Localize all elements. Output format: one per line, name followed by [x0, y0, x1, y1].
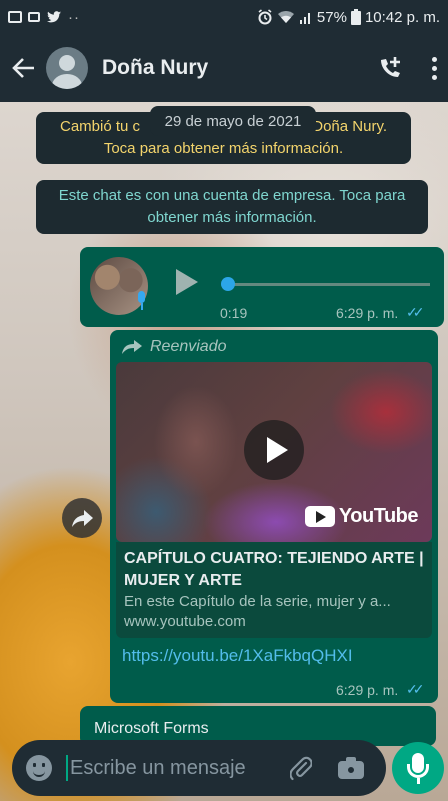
business-account-message[interactable]: Este chat es con una cuenta de empresa. … [36, 180, 428, 234]
youtube-logo: YouTube [304, 505, 419, 528]
signal-icon [299, 13, 310, 24]
message-input[interactable] [70, 756, 280, 780]
system-message-start: Cambió tu c [60, 118, 141, 135]
header-actions [376, 54, 438, 82]
link-preview-title: CAPÍTULO CUATRO: TEJIENDO ARTE | MUJER Y… [124, 550, 424, 589]
more-options-button[interactable] [430, 56, 438, 80]
voice-progress-knob[interactable] [221, 277, 235, 291]
chat-header: Doña Nury [0, 34, 448, 102]
more-notifications-icon: ·· [68, 8, 80, 26]
contact-name[interactable]: Doña Nury [102, 56, 208, 80]
play-voice-button[interactable] [176, 269, 198, 295]
forwarded-label: Reenviado [122, 338, 227, 356]
text-cursor [66, 755, 68, 781]
voice-duration: 0:19 [220, 305, 248, 321]
arrow-left-icon [12, 58, 34, 78]
add-call-button[interactable] [376, 54, 404, 82]
attach-button[interactable] [289, 755, 313, 781]
dot [431, 65, 437, 71]
wifi-icon [277, 11, 294, 23]
forwarded-link-bubble: Reenviado YouTube CAPÍTULO CUATRO: TEJIE… [110, 330, 438, 703]
forwarded-text: Reenviado [150, 338, 227, 355]
twitter-icon [47, 11, 61, 23]
paperclip-icon [289, 756, 313, 781]
read-receipt-icon: ✓✓ [406, 304, 425, 320]
battery-percent: 57% [316, 8, 347, 26]
dot [431, 74, 437, 80]
forward-button[interactable] [62, 498, 102, 538]
dot [431, 56, 437, 62]
clock: 10:42 p. m. [364, 8, 440, 26]
read-receipt-icon: ✓✓ [406, 681, 425, 697]
back-button[interactable] [10, 54, 38, 82]
forwarded-arrow-icon [122, 340, 142, 354]
youtube-link[interactable]: https://youtu.be/1XaFkbqQHXI [122, 646, 353, 666]
status-left: ·· [8, 9, 80, 26]
youtube-play-icon [304, 506, 335, 527]
microphone-icon [135, 291, 147, 311]
message-composer[interactable] [12, 740, 386, 796]
battery-icon [350, 9, 361, 25]
share-arrow-icon [72, 510, 93, 527]
video-play-button[interactable] [244, 420, 304, 480]
youtube-wordmark: YouTube [338, 505, 419, 527]
voice-progress-track[interactable] [222, 283, 430, 286]
gallery-notification-icon [8, 11, 22, 23]
link-preview-description: En este Capítulo de la serie, mujer y a.… [124, 593, 391, 610]
chat-area[interactable]: Cambió tu c n Doña Nury. Toca para obten… [0, 102, 448, 801]
voice-record-button[interactable] [392, 742, 444, 794]
video-thumbnail[interactable]: YouTube [116, 362, 432, 542]
alarm-icon [258, 9, 272, 25]
contact-avatar[interactable] [46, 47, 88, 89]
composer-bar [0, 734, 448, 801]
date-pill: 29 de mayo de 2021 [150, 106, 316, 136]
link-preview[interactable]: CAPÍTULO CUATRO: TEJIENDO ARTE | MUJER Y… [116, 542, 432, 638]
link-preview-domain: www.youtube.com [124, 613, 246, 630]
system-message-hint: Toca para obtener más información. [103, 140, 344, 157]
message-time: 6:29 p. m. [336, 305, 399, 321]
camera-button[interactable] [338, 757, 364, 779]
emoji-icon[interactable] [26, 755, 52, 781]
voice-message-bubble: 0:19 6:29 p. m. ✓✓ [80, 247, 444, 327]
status-right: 57% 10:42 p. m. [257, 9, 440, 26]
add-call-icon [381, 57, 400, 77]
status-bar: ·· 57% 10:42 p. m. [0, 0, 448, 34]
screen-notification-icon [28, 12, 40, 22]
message-time: 6:29 p. m. [336, 682, 399, 698]
